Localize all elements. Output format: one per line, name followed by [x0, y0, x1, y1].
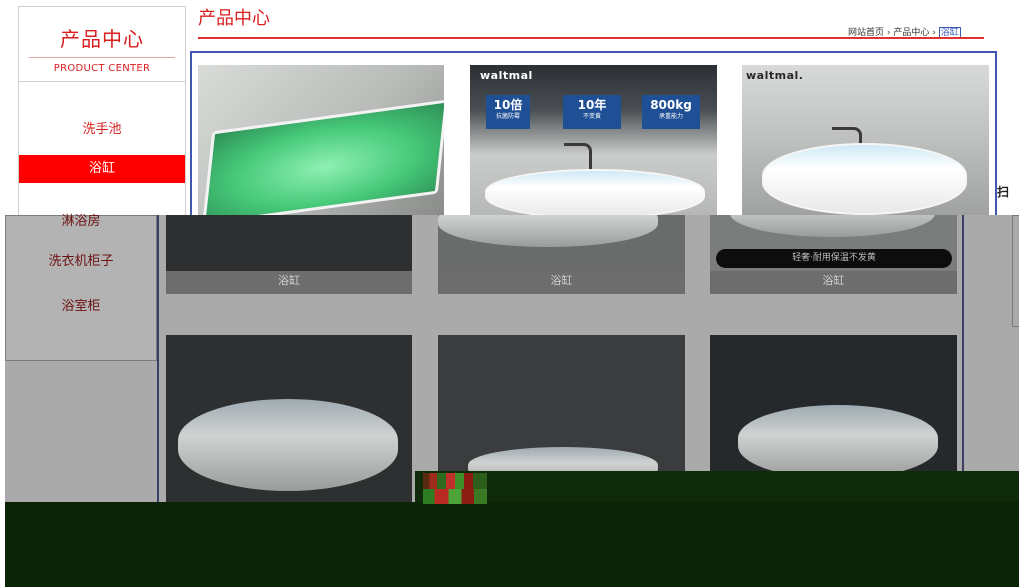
bathtub-illustration: [438, 215, 658, 247]
product-caption[interactable]: 浴缸: [438, 271, 685, 294]
page: 产品中心 PRODUCT CENTER 洗手池 浴缸 产品中心 网站首页 › 产…: [0, 0, 1019, 587]
bathtub-illustration: [485, 169, 705, 215]
feature-badge: 800kg 承重能力: [642, 95, 700, 129]
product-caption[interactable]: 浴缸: [710, 271, 957, 294]
product-image-3[interactable]: waltmal.: [742, 65, 989, 215]
sidebar-menu: 洗手池 浴缸: [18, 82, 186, 216]
bathtub-illustration: [762, 143, 967, 215]
bathtub-illustration: [738, 405, 938, 475]
render-artifact: [5, 502, 1019, 587]
feature-badge: 10年 不变黄: [563, 95, 621, 129]
sidebar-item-shower-room[interactable]: 淋浴房: [6, 210, 156, 229]
sidebar-item-laundry-cabinet[interactable]: 洗衣机柜子: [6, 250, 156, 269]
bathtub-illustration: [202, 99, 444, 215]
sidebar-item-bathtub[interactable]: 浴缸: [19, 155, 185, 183]
scrollbar[interactable]: [1012, 215, 1019, 327]
header-divider: [198, 37, 984, 39]
badge-label: 抗菌防霉: [495, 113, 520, 120]
feature-badge: 10倍 抗菌防霉: [486, 95, 530, 129]
sidebar-item-washbasin[interactable]: 洗手池: [19, 118, 185, 137]
render-artifact: [415, 471, 1019, 503]
product-image-6[interactable]: [710, 335, 957, 475]
brand-logo: waltmal: [480, 69, 533, 82]
sidebar-menu-dimmed: 淋浴房 洗衣机柜子 浴室柜: [5, 214, 157, 361]
sidebar-title: 产品中心: [60, 27, 144, 51]
badge-label: 不变黄: [582, 113, 601, 120]
badge-label: 承重能力: [658, 113, 683, 120]
floating-widget-icon[interactable]: 扫: [997, 183, 1009, 200]
bathtub-illustration: [730, 215, 935, 237]
product-image-4[interactable]: [166, 335, 412, 503]
bathtub-illustration: [178, 399, 398, 491]
sidebar-subtitle: PRODUCT CENTER: [53, 63, 151, 74]
badge-value: 800kg: [650, 98, 692, 112]
product-caption[interactable]: 浴缸: [166, 271, 412, 294]
product-image-5[interactable]: [438, 335, 685, 475]
product-image-2-dimmed[interactable]: [438, 215, 685, 271]
badge-value: 10年: [577, 98, 607, 112]
sidebar-divider: [29, 57, 175, 58]
badge-value: 10倍: [493, 98, 523, 112]
brand-logo: waltmal.: [746, 69, 804, 82]
product-image-1[interactable]: [198, 65, 444, 215]
product-slogan: 轻奢·耐用保温不发黄: [716, 249, 952, 268]
render-artifact: [423, 473, 487, 504]
sidebar-header: 产品中心 PRODUCT CENTER: [18, 6, 186, 82]
page-title: 产品中心: [198, 8, 270, 29]
product-image-2[interactable]: waltmal 10倍 抗菌防霉 10年 不变黄 800kg 承重能力: [470, 65, 717, 215]
sidebar-item-bathroom-cabinet[interactable]: 浴室柜: [6, 295, 156, 314]
product-image-1-dimmed[interactable]: [166, 215, 412, 271]
